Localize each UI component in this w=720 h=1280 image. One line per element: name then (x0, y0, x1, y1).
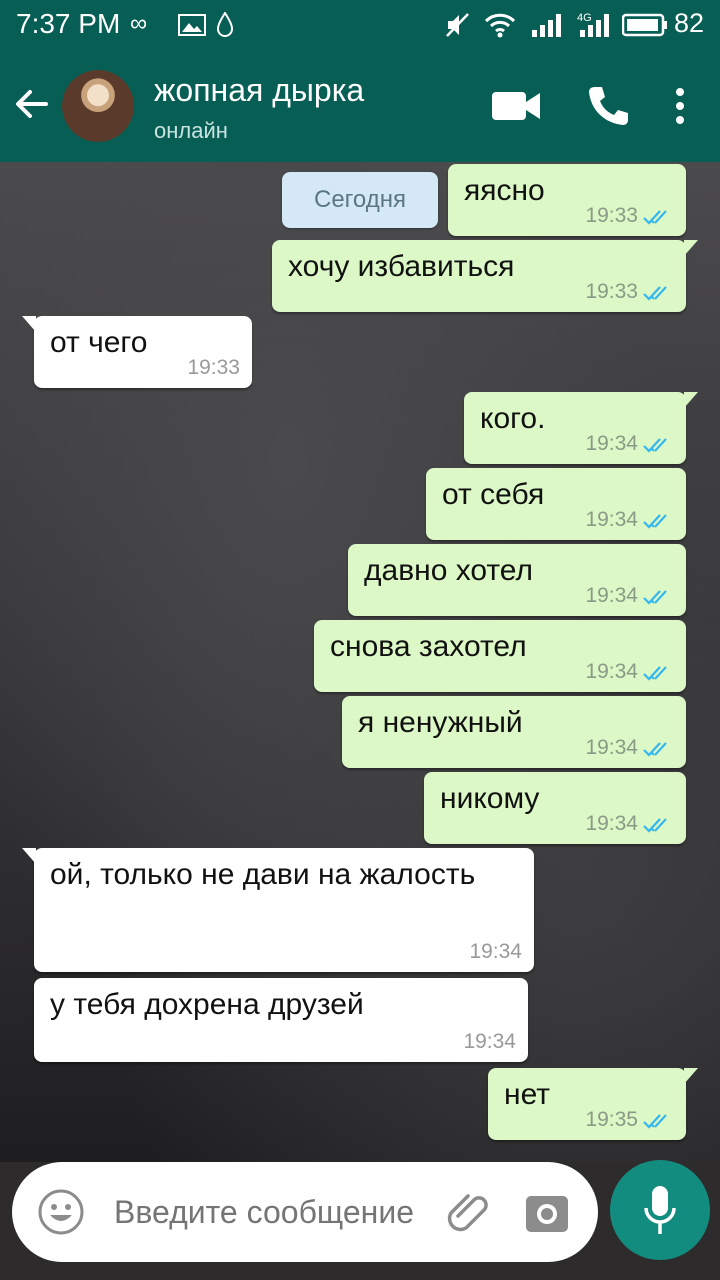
message-time: 19:34 (463, 1030, 516, 1053)
message-time: 19:33 (585, 280, 638, 303)
message-text: нет (504, 1078, 550, 1111)
message-text: ой, только не дави на жалость (50, 858, 476, 891)
message-text: давно хотел (364, 554, 533, 587)
avatar[interactable] (62, 70, 134, 142)
signal-icon (532, 14, 561, 37)
message-bubble[interactable]: у тебя дохрена друзей 19:34 (34, 978, 528, 1062)
message-bubble[interactable]: нет 19:35 (488, 1068, 698, 1140)
message-text: хочу избавиться (288, 250, 515, 283)
bubble-tail (684, 1068, 698, 1084)
signal-icon-2 (580, 14, 609, 37)
contact-name[interactable]: жопная дырка (154, 72, 364, 109)
message-bubble[interactable]: хочу избавиться 19:33 (272, 240, 698, 312)
message-text: кого. (480, 402, 546, 435)
message-text: от чего (50, 326, 148, 359)
message-time: 19:34 (585, 432, 638, 455)
read-receipt-icon (643, 210, 667, 225)
message-text: от себя (442, 478, 545, 511)
message-text: яясно (464, 174, 545, 207)
message-time: 19:34 (585, 660, 638, 683)
microphone-icon (644, 1186, 676, 1234)
attach-icon[interactable] (444, 1188, 494, 1238)
message-text: никому (440, 782, 540, 815)
message-input[interactable] (114, 1192, 454, 1232)
message-time: 19:33 (585, 204, 638, 227)
more-options-icon[interactable] (670, 86, 690, 126)
bubble-tail (684, 240, 698, 256)
message-bubble[interactable]: кого. 19:34 (464, 392, 698, 464)
camera-icon[interactable] (524, 1190, 570, 1234)
read-receipt-icon (643, 666, 667, 681)
message-time: 19:33 (187, 356, 240, 379)
message-bubble[interactable]: яясно 19:33 (448, 164, 686, 236)
drop-icon (216, 12, 234, 37)
message-bubble[interactable]: я ненужный 19:34 (342, 696, 686, 768)
message-time: 19:34 (585, 812, 638, 835)
infinity-icon: ∞ (130, 10, 148, 37)
message-bubble[interactable]: ой, только не дави на жалость 19:34 (22, 848, 534, 972)
read-receipt-icon (643, 1114, 667, 1129)
mute-icon (446, 13, 469, 37)
read-receipt-icon (643, 742, 667, 757)
status-bar: 7:37 PM ∞ 4G 82 (0, 0, 720, 50)
message-composer (12, 1162, 598, 1262)
message-bubble[interactable]: снова захотел 19:34 (314, 620, 686, 692)
wifi-icon (484, 13, 516, 38)
voice-record-button[interactable] (610, 1160, 710, 1260)
read-receipt-icon (643, 818, 667, 833)
battery-icon (622, 13, 667, 37)
message-bubble[interactable]: от себя 19:34 (426, 468, 686, 540)
phone-call-icon[interactable] (586, 84, 630, 128)
video-call-icon[interactable] (490, 88, 542, 124)
gallery-icon (178, 14, 206, 36)
message-bubble[interactable]: от чего 19:33 (22, 316, 252, 388)
message-time: 19:34 (585, 584, 638, 607)
message-bubble[interactable]: никому 19:34 (424, 772, 686, 844)
message-text: я ненужный (358, 706, 523, 739)
bubble-tail (22, 316, 36, 332)
message-time: 19:34 (585, 736, 638, 759)
message-bubble[interactable]: давно хотел 19:34 (348, 544, 686, 616)
read-receipt-icon (643, 286, 667, 301)
battery-level: 82 (673, 8, 704, 38)
message-time: 19:34 (585, 508, 638, 531)
message-time: 19:35 (585, 1108, 638, 1131)
message-text: у тебя дохрена друзей (50, 988, 364, 1021)
read-receipt-icon (643, 438, 667, 453)
date-chip: Сегодня (282, 172, 438, 228)
read-receipt-icon (643, 514, 667, 529)
emoji-icon[interactable] (38, 1189, 84, 1235)
bubble-tail (684, 392, 698, 408)
contact-status: онлайн (154, 118, 228, 143)
message-time: 19:34 (469, 940, 522, 963)
status-time: 7:37 PM (16, 8, 121, 39)
chat-header: жопная дырка онлайн (0, 50, 720, 162)
chat-area[interactable]: Сегодня яясно 19:33 хочу избавиться 19:3… (0, 162, 720, 1162)
read-receipt-icon (643, 590, 667, 605)
message-text: снова захотел (330, 630, 527, 663)
back-arrow-icon[interactable] (10, 82, 54, 126)
bubble-tail (22, 848, 36, 864)
